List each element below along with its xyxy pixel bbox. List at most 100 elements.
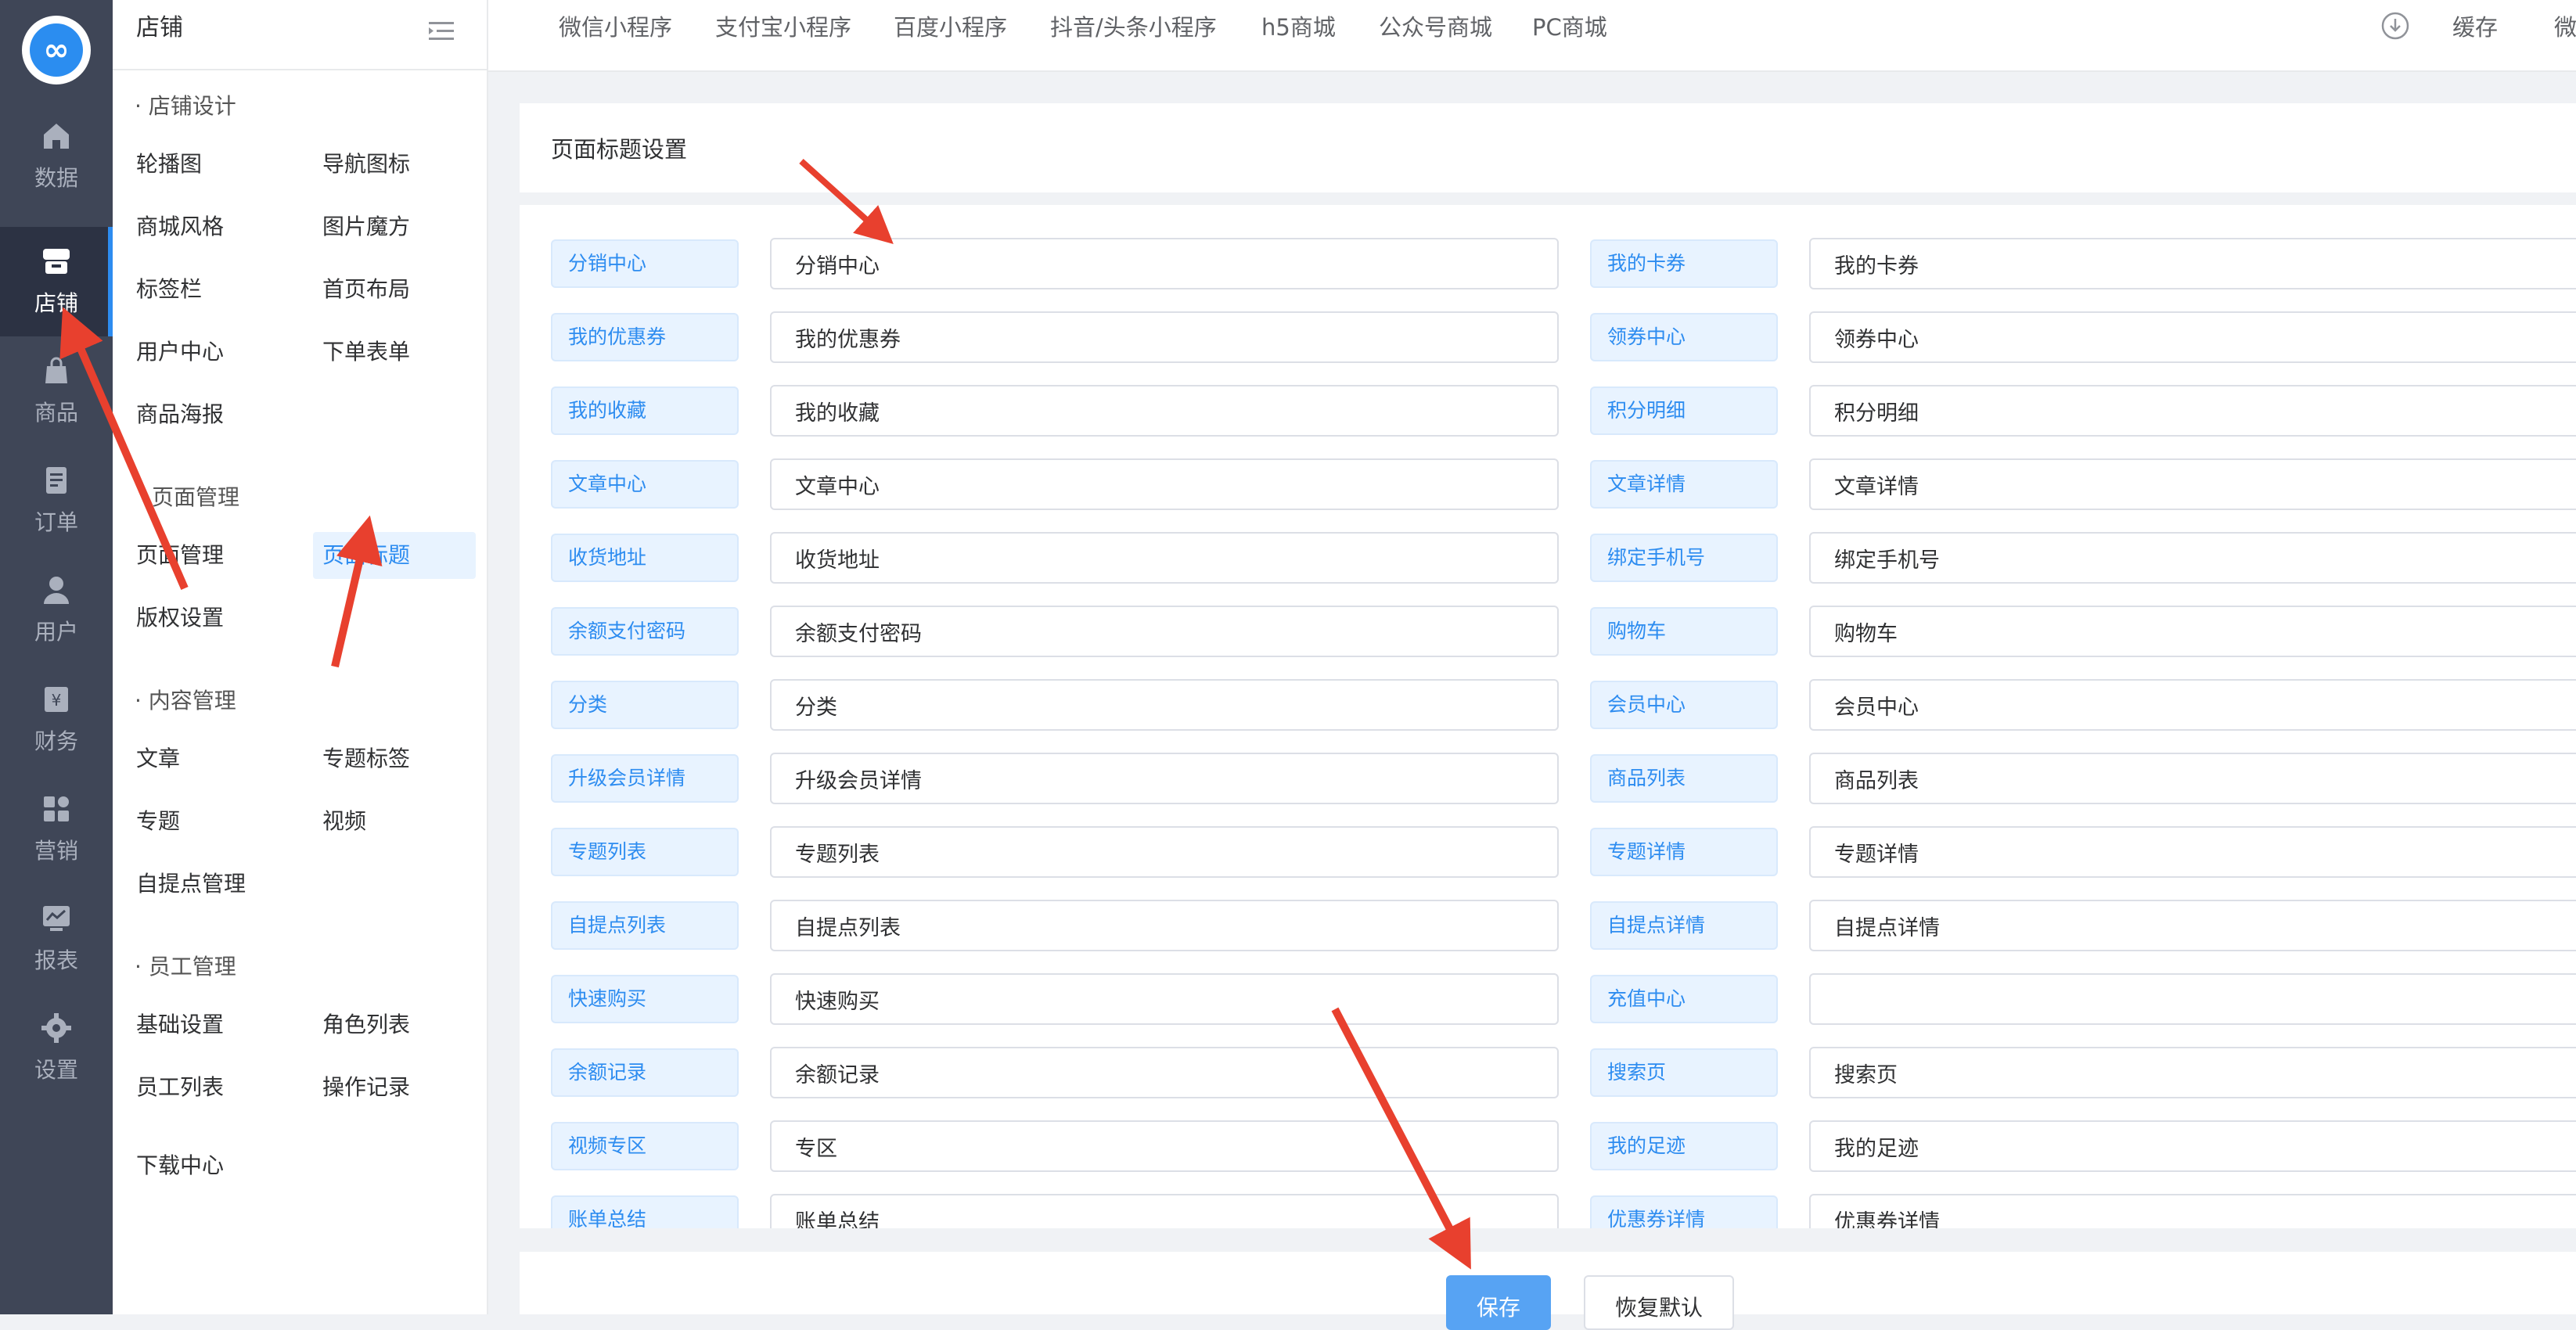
nav-orders[interactable]: 订单 bbox=[0, 446, 113, 555]
title-input[interactable] bbox=[770, 1047, 1559, 1098]
nav-finance-label: 财务 bbox=[34, 728, 78, 754]
title-input[interactable] bbox=[1809, 606, 2576, 657]
download-icon[interactable] bbox=[2380, 11, 2410, 41]
title-input[interactable] bbox=[770, 826, 1559, 878]
grid-icon bbox=[41, 793, 72, 825]
title-input[interactable] bbox=[1809, 900, 2576, 951]
menu-operation-log[interactable]: 操作记录 bbox=[322, 1064, 410, 1111]
nav-store[interactable]: 店铺 bbox=[0, 227, 113, 336]
title-input[interactable] bbox=[770, 753, 1559, 804]
document-icon bbox=[41, 465, 72, 496]
menu-video[interactable]: 视频 bbox=[322, 798, 366, 845]
menu-staff-list[interactable]: 员工列表 bbox=[136, 1064, 224, 1111]
title-input[interactable] bbox=[770, 532, 1559, 584]
field-label: 我的优惠券 bbox=[551, 313, 739, 361]
field-label: 专题详情 bbox=[1590, 828, 1778, 876]
home-icon bbox=[41, 120, 72, 152]
menu-mall-style[interactable]: 商城风格 bbox=[136, 203, 224, 250]
gear-icon bbox=[41, 1012, 72, 1044]
tab-pc-mall[interactable]: PC商城 bbox=[1532, 9, 1607, 42]
menu-download-center[interactable]: 下载中心 bbox=[136, 1142, 224, 1189]
main-nav-rail: ∞ 数据 店铺 商品 订单 用户 ¥ 财务 营销 报表 设置 bbox=[0, 0, 113, 1314]
menu-page-title[interactable]: 页面标题 bbox=[313, 532, 476, 579]
title-input[interactable] bbox=[770, 606, 1559, 657]
nav-store-label: 店铺 bbox=[34, 290, 78, 316]
nav-finance[interactable]: ¥ 财务 bbox=[0, 665, 113, 775]
cache-button[interactable]: 缓存 bbox=[2452, 9, 2498, 42]
cut-off-tab[interactable]: 微 bbox=[2554, 9, 2576, 42]
title-input[interactable] bbox=[770, 1194, 1559, 1228]
menu-goods-poster[interactable]: 商品海报 bbox=[136, 391, 224, 438]
tab-baidu-miniprogram[interactable]: 百度小程序 bbox=[894, 9, 1007, 42]
store-submenu: 店铺 · 店铺设计 轮播图 导航图标 商城风格 图片魔方 标签栏 首页布局 用户… bbox=[113, 0, 488, 1314]
field-label: 分销中心 bbox=[551, 239, 739, 288]
tab-official-account-mall[interactable]: 公众号商城 bbox=[1379, 9, 1492, 42]
group-title-page-management: 页面管理 bbox=[152, 484, 240, 510]
title-input[interactable] bbox=[770, 458, 1559, 510]
restore-default-button[interactable]: 恢复默认 bbox=[1584, 1275, 1734, 1330]
menu-user-center[interactable]: 用户中心 bbox=[136, 329, 224, 376]
field-label: 会员中心 bbox=[1590, 681, 1778, 729]
app-logo[interactable]: ∞ bbox=[22, 16, 91, 84]
menu-order-form[interactable]: 下单表单 bbox=[322, 329, 410, 376]
tab-wechat-miniprogram[interactable]: 微信小程序 bbox=[559, 9, 672, 42]
menu-copyright[interactable]: 版权设置 bbox=[136, 595, 224, 642]
title-input[interactable] bbox=[770, 973, 1559, 1025]
nav-marketing-label: 营销 bbox=[34, 838, 78, 864]
menu-role-list[interactable]: 角色列表 bbox=[322, 1001, 410, 1048]
menu-page-management[interactable]: 页面管理 bbox=[136, 532, 224, 579]
title-input[interactable] bbox=[770, 385, 1559, 437]
title-input[interactable] bbox=[1809, 532, 2576, 584]
title-input[interactable] bbox=[1809, 311, 2576, 363]
title-input[interactable] bbox=[1809, 826, 2576, 878]
menu-home-layout[interactable]: 首页布局 bbox=[322, 266, 410, 313]
nav-goods[interactable]: 商品 bbox=[0, 336, 113, 446]
title-input[interactable] bbox=[1809, 753, 2576, 804]
title-input[interactable] bbox=[1809, 1194, 2576, 1228]
menu-carousel[interactable]: 轮播图 bbox=[136, 141, 202, 188]
field-label: 我的足迹 bbox=[1590, 1122, 1778, 1170]
title-input[interactable] bbox=[1809, 385, 2576, 437]
field-label: 绑定手机号 bbox=[1590, 534, 1778, 582]
tab-douyin-miniprogram[interactable]: 抖音/头条小程序 bbox=[1050, 9, 1217, 42]
page-title-form: 分销中心 我的优惠券 我的收藏 文章中心 收货地址 余额支付密码 分类 升级会员… bbox=[520, 205, 2576, 1228]
menu-tabbar[interactable]: 标签栏 bbox=[136, 266, 202, 313]
menu-basic-settings[interactable]: 基础设置 bbox=[136, 1001, 224, 1048]
collapse-menu-icon[interactable] bbox=[426, 16, 457, 47]
title-input[interactable] bbox=[1809, 1047, 2576, 1098]
title-input[interactable] bbox=[1809, 1120, 2576, 1172]
title-input[interactable] bbox=[1809, 238, 2576, 289]
tab-alipay-miniprogram[interactable]: 支付宝小程序 bbox=[715, 9, 851, 42]
nav-reports-label: 报表 bbox=[34, 947, 78, 973]
menu-nav-icons[interactable]: 导航图标 bbox=[322, 141, 410, 188]
platform-tabs-bar: 微信小程序 支付宝小程序 百度小程序 抖音/头条小程序 h5商城 公众号商城 P… bbox=[488, 0, 2576, 72]
nav-users-label: 用户 bbox=[34, 619, 78, 645]
save-button[interactable]: 保存 bbox=[1446, 1275, 1551, 1330]
svg-text:¥: ¥ bbox=[52, 691, 62, 710]
title-input[interactable] bbox=[770, 1120, 1559, 1172]
nav-settings[interactable]: 设置 bbox=[0, 994, 113, 1103]
title-input[interactable] bbox=[1809, 973, 2576, 1025]
tab-h5-mall[interactable]: h5商城 bbox=[1261, 9, 1336, 42]
title-input[interactable] bbox=[770, 311, 1559, 363]
title-input[interactable] bbox=[770, 238, 1559, 289]
field-label: 专题列表 bbox=[551, 828, 739, 876]
page-title-settings-header: 页面标题设置 bbox=[520, 103, 2576, 192]
nav-data[interactable]: 数据 bbox=[0, 102, 113, 211]
menu-topic[interactable]: 专题 bbox=[136, 798, 180, 845]
menu-topic-tags[interactable]: 专题标签 bbox=[322, 735, 410, 782]
nav-marketing[interactable]: 营销 bbox=[0, 775, 113, 884]
chart-icon bbox=[41, 903, 72, 934]
store-icon bbox=[41, 246, 72, 277]
title-input[interactable] bbox=[770, 900, 1559, 951]
nav-users[interactable]: 用户 bbox=[0, 555, 113, 665]
title-input[interactable] bbox=[1809, 679, 2576, 731]
menu-article[interactable]: 文章 bbox=[136, 735, 180, 782]
title-input[interactable] bbox=[770, 679, 1559, 731]
menu-image-cube[interactable]: 图片魔方 bbox=[322, 203, 410, 250]
menu-pickup-points[interactable]: 自提点管理 bbox=[136, 861, 246, 908]
field-label: 文章中心 bbox=[551, 460, 739, 509]
nav-reports[interactable]: 报表 bbox=[0, 884, 113, 994]
title-input[interactable] bbox=[1809, 458, 2576, 510]
field-label: 搜索页 bbox=[1590, 1048, 1778, 1097]
